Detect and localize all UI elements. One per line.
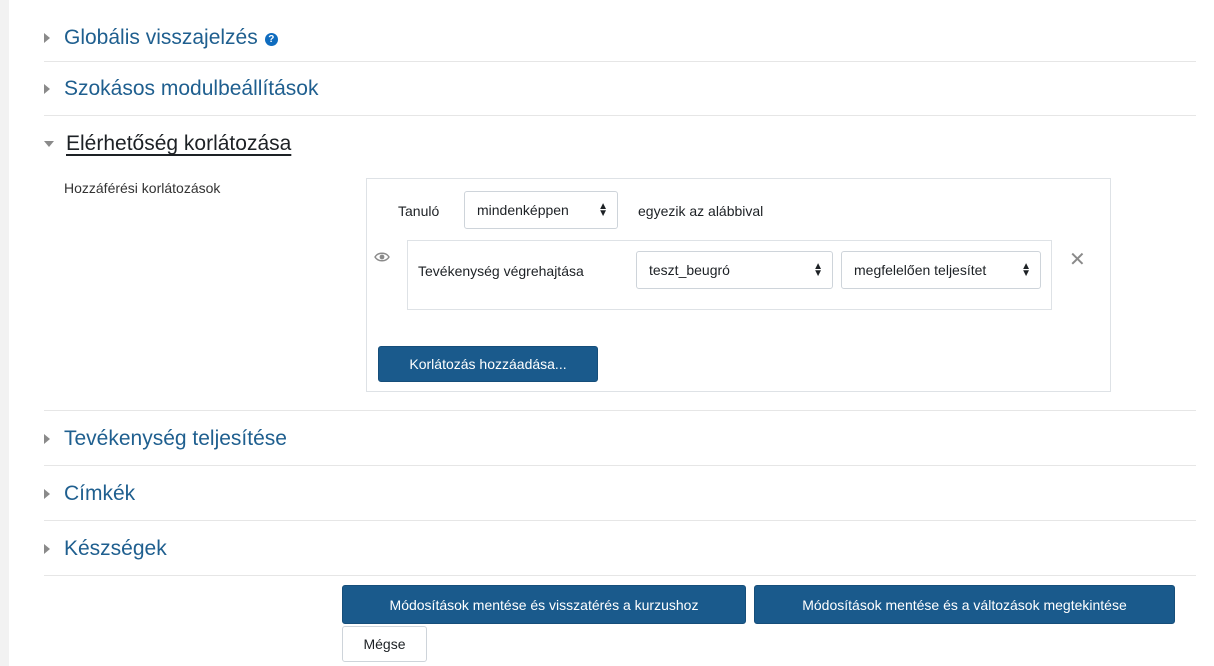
must-not-select-value: mindenképpen [477,202,569,218]
expanded-caret-icon [44,141,54,147]
section-title[interactable]: Szokásos modulbeállítások [64,77,318,101]
section-header[interactable]: Címkék [44,474,135,514]
collapsed-caret-icon [44,489,50,499]
collapsed-caret-icon [44,84,50,94]
condition-type-label: Tevékenység végrehajtása [418,263,584,279]
section-header[interactable]: Szokásos modulbeállítások [44,69,318,109]
completion-state-select-value: megfelelően teljesítet [854,262,987,278]
divider [44,465,1196,466]
divider [44,520,1196,521]
divider [44,115,1196,116]
section-header[interactable]: Tevékenység teljesítése [44,419,287,459]
must-not-select[interactable]: mindenképpen ▲ ▼ [464,191,618,229]
eye-icon[interactable] [374,251,390,263]
section-title[interactable]: Készségek [64,537,167,561]
divider [44,575,1196,576]
save-and-display-button[interactable]: Módosítások mentése és a változások megt… [754,585,1175,624]
section-title[interactable]: Címkék [64,482,135,506]
help-icon[interactable]: ? [264,33,278,46]
section-header[interactable]: Elérhetőség korlátozása [44,124,291,164]
save-and-return-button[interactable]: Módosítások mentése és visszatérés a kur… [342,585,746,624]
access-restrictions-label: Hozzáférési korlátozások [64,180,221,196]
select-arrows-icon: ▲ ▼ [598,201,608,219]
add-restriction-button[interactable]: Korlátozás hozzáadása... [378,346,598,382]
section-title[interactable]: Globális visszajelzés [64,26,258,50]
completion-state-select[interactable]: megfelelően teljesítet ▲ ▼ [841,251,1041,289]
student-label: Tanuló [398,203,440,219]
collapsed-caret-icon [44,434,50,444]
section-title[interactable]: Tevékenység teljesítése [64,427,287,451]
collapsed-caret-icon [44,33,50,43]
collapsed-caret-icon [44,544,50,554]
activity-select[interactable]: teszt_beugró ▲ ▼ [636,251,833,289]
match-condition-text: egyezik az alábbival [638,203,764,219]
page-left-border [0,0,9,666]
cancel-button[interactable]: Mégse [342,626,427,662]
delete-condition-icon[interactable]: ✕ [1069,250,1086,270]
divider [44,61,1196,62]
section-title[interactable]: Elérhetőség korlátozása [66,132,291,156]
activity-select-value: teszt_beugró [649,262,730,278]
divider [44,410,1196,411]
select-arrows-icon: ▲ ▼ [1021,261,1031,279]
select-arrows-icon: ▲ ▼ [813,261,823,279]
section-header[interactable]: Készségek [44,529,167,569]
section-header[interactable]: Globális visszajelzés ? [44,18,278,58]
